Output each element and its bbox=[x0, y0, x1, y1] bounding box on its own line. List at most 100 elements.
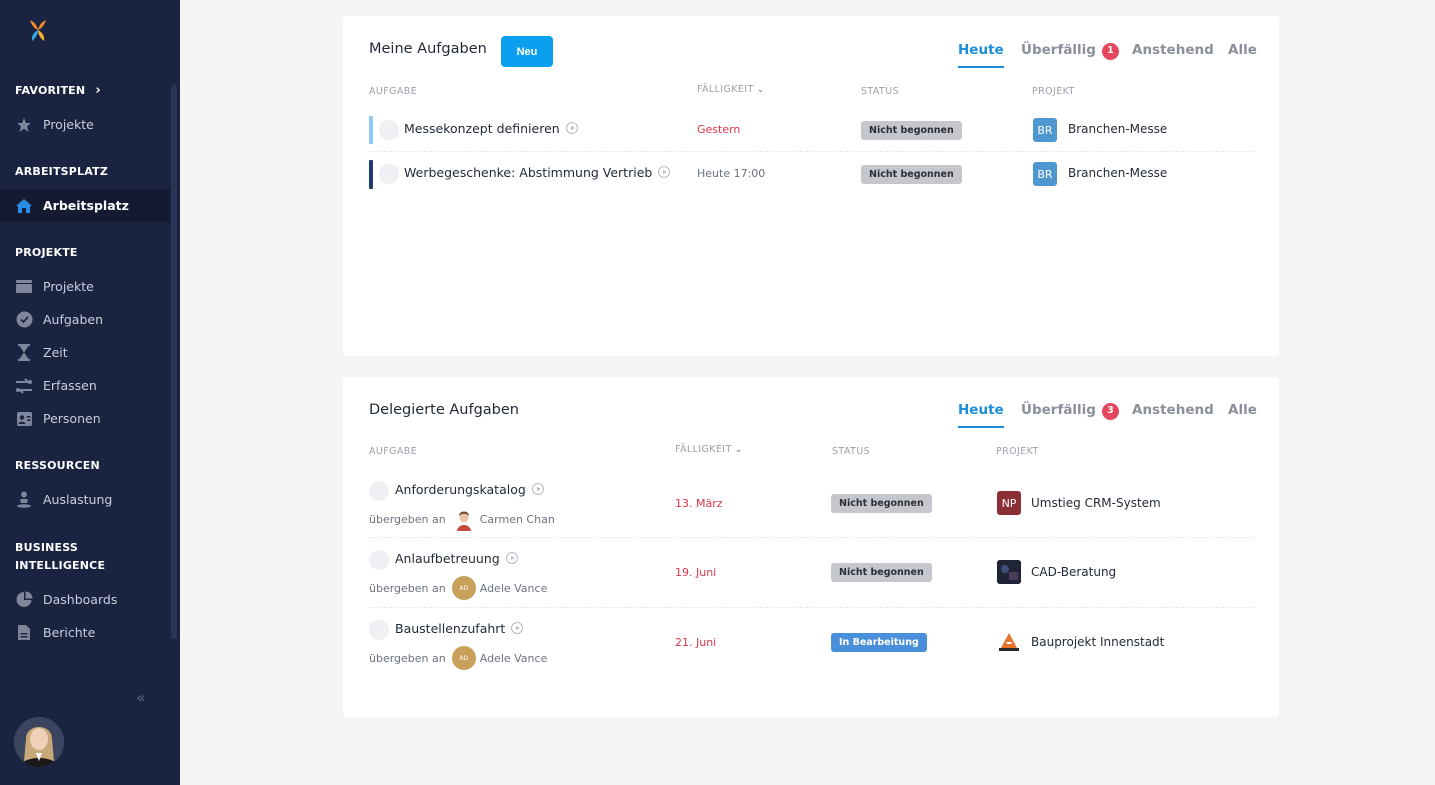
section-projekte: PROJEKTE bbox=[15, 246, 78, 259]
table-row[interactable]: Anlaufbetreuung übergeben an AD Adele Va… bbox=[369, 538, 1254, 608]
pie-chart-icon bbox=[15, 591, 33, 609]
tab-ueberfaellig-label: Überfällig bbox=[1021, 402, 1096, 418]
status-badge[interactable]: Nicht begonnen bbox=[861, 165, 962, 184]
construction-icon bbox=[997, 630, 1021, 654]
task-name[interactable]: Messekonzept definieren bbox=[404, 121, 578, 136]
sidebar-item-label: Personen bbox=[43, 411, 101, 426]
table-row[interactable]: Baustellenzufahrt übergeben an AD Adele … bbox=[369, 608, 1254, 678]
tab-ueberfaellig[interactable]: Überfällig 1 bbox=[1021, 40, 1119, 68]
delegated-to: übergeben an AD Adele Vance bbox=[369, 576, 547, 600]
sidebar-item-fav-projekte[interactable]: Projekte bbox=[0, 108, 170, 141]
column-header-faelligkeit-label: FÄLLIGKEIT bbox=[675, 444, 732, 455]
sidebar-item-label: Auslastung bbox=[43, 492, 113, 507]
table-row[interactable]: Messekonzept definieren Gestern Nicht be… bbox=[369, 108, 1254, 152]
delegated-tasks-title: Delegierte Aufgaben bbox=[369, 402, 519, 418]
complete-checkbox[interactable] bbox=[379, 120, 399, 140]
section-bi-line2: INTELLIGENCE bbox=[15, 559, 106, 572]
section-bi-line1: BUSINESS bbox=[15, 541, 79, 554]
sidebar-item-arbeitsplatz[interactable]: Arbeitsplatz bbox=[0, 189, 170, 222]
swap-arrows-icon bbox=[15, 377, 33, 395]
sidebar-item-aufgaben[interactable]: Aufgaben bbox=[0, 303, 170, 336]
tab-alle[interactable]: Alle bbox=[1228, 40, 1257, 68]
task-name[interactable]: Anforderungskatalog bbox=[395, 482, 544, 497]
play-icon[interactable] bbox=[511, 622, 524, 634]
home-icon bbox=[15, 197, 33, 215]
tab-heute[interactable]: Heute bbox=[958, 40, 1004, 68]
app-logo-icon[interactable] bbox=[26, 17, 50, 43]
chevron-down-icon: ⌄ bbox=[734, 445, 743, 455]
tab-anstehend[interactable]: Anstehend bbox=[1132, 40, 1214, 68]
sidebar-item-label: Erfassen bbox=[43, 378, 97, 393]
play-icon[interactable] bbox=[505, 552, 518, 564]
task-name[interactable]: Anlaufbetreuung bbox=[395, 551, 518, 566]
due-date: Gestern bbox=[697, 123, 741, 136]
status-badge[interactable]: Nicht begonnen bbox=[831, 563, 932, 582]
tab-anstehend[interactable]: Anstehend bbox=[1132, 400, 1214, 428]
due-date: 19. Juni bbox=[675, 566, 717, 579]
project-icon: NP bbox=[997, 491, 1021, 515]
section-favoriten[interactable]: FAVORITEN › bbox=[15, 82, 101, 100]
due-date: 13. März bbox=[675, 497, 723, 510]
collapse-sidebar-icon[interactable]: « bbox=[136, 688, 146, 707]
complete-checkbox[interactable] bbox=[369, 481, 389, 501]
column-header-faelligkeit[interactable]: FÄLLIGKEIT ⌄ bbox=[675, 444, 743, 455]
section-ressourcen: RESSOURCEN bbox=[15, 459, 100, 472]
delegated-tasks-card: Delegierte Aufgaben Heute Überfällig 3 An… bbox=[343, 377, 1279, 717]
sidebar-item-zeit[interactable]: Zeit bbox=[0, 336, 170, 369]
project-name[interactable]: CAD-Beratung bbox=[1031, 565, 1116, 579]
delegated-prefix: übergeben an bbox=[369, 512, 446, 526]
sidebar-item-erfassen[interactable]: Erfassen bbox=[0, 369, 170, 402]
project-image-icon bbox=[997, 560, 1021, 584]
play-icon[interactable] bbox=[658, 166, 671, 178]
priority-bar bbox=[369, 160, 373, 189]
sidebar-item-label: Projekte bbox=[43, 279, 94, 294]
report-icon bbox=[15, 624, 33, 642]
task-name[interactable]: Werbegeschenke: Abstimmung Vertrieb bbox=[404, 165, 671, 180]
sidebar-item-label: Arbeitsplatz bbox=[43, 198, 129, 213]
due-date: 21. Juni bbox=[675, 636, 717, 649]
due-date: Heute 17:00 bbox=[697, 167, 766, 180]
status-badge[interactable]: Nicht begonnen bbox=[861, 121, 962, 140]
task-name-text: Anforderungskatalog bbox=[395, 482, 526, 497]
assignee-name[interactable]: Adele Vance bbox=[480, 582, 548, 595]
table-row[interactable]: Anforderungskatalog übergeben an Carmen … bbox=[369, 469, 1254, 538]
section-business-intelligence: BUSINESS INTELLIGENCE bbox=[15, 539, 105, 575]
column-header-faelligkeit[interactable]: FÄLLIGKEIT ⌄ bbox=[697, 84, 765, 95]
delegated-to: übergeben an Carmen Chan bbox=[369, 507, 555, 531]
table-row[interactable]: Werbegeschenke: Abstimmung Vertrieb Heut… bbox=[369, 152, 1254, 196]
status-badge[interactable]: Nicht begonnen bbox=[831, 494, 932, 513]
project-name[interactable]: Branchen-Messe bbox=[1068, 122, 1167, 136]
tab-alle[interactable]: Alle bbox=[1228, 400, 1257, 428]
tab-ueberfaellig[interactable]: Überfällig 3 bbox=[1021, 400, 1119, 428]
task-name[interactable]: Baustellenzufahrt bbox=[395, 621, 524, 636]
assignee-name[interactable]: Carmen Chan bbox=[480, 513, 555, 526]
chevron-down-icon: ⌄ bbox=[756, 85, 765, 95]
task-name-text: Anlaufbetreuung bbox=[395, 551, 500, 566]
priority-bar bbox=[369, 116, 373, 144]
column-header-projekt: PROJEKT bbox=[996, 446, 1039, 457]
project-name[interactable]: Umstieg CRM-System bbox=[1031, 496, 1161, 510]
tab-heute[interactable]: Heute bbox=[958, 400, 1004, 428]
project-name[interactable]: Bauprojekt Innenstadt bbox=[1031, 635, 1164, 649]
person-load-icon bbox=[15, 491, 33, 509]
new-task-button[interactable]: Neu bbox=[501, 36, 553, 67]
complete-checkbox[interactable] bbox=[379, 164, 399, 184]
sidebar-item-auslastung[interactable]: Auslastung bbox=[0, 483, 170, 516]
complete-checkbox[interactable] bbox=[369, 550, 389, 570]
complete-checkbox[interactable] bbox=[369, 620, 389, 640]
delegated-prefix: übergeben an bbox=[369, 581, 446, 595]
assignee-name[interactable]: Adele Vance bbox=[480, 652, 548, 665]
sidebar-item-dashboards[interactable]: Dashboards bbox=[0, 583, 170, 616]
play-icon[interactable] bbox=[531, 483, 544, 495]
play-icon[interactable] bbox=[565, 122, 578, 134]
sidebar-item-projekte[interactable]: Projekte bbox=[0, 270, 170, 303]
sidebar-item-label: Dashboards bbox=[43, 592, 118, 607]
sidebar: FAVORITEN › Projekte ARBEITSPLATZ Arbeit… bbox=[0, 0, 180, 785]
project-name[interactable]: Branchen-Messe bbox=[1068, 166, 1167, 180]
status-badge[interactable]: In Bearbeitung bbox=[831, 633, 927, 652]
my-tasks-title: Meine Aufgaben bbox=[369, 41, 487, 57]
sidebar-item-berichte[interactable]: Berichte bbox=[0, 616, 170, 649]
sidebar-scrollbar[interactable] bbox=[171, 84, 177, 639]
user-avatar[interactable] bbox=[14, 717, 64, 767]
sidebar-item-personen[interactable]: Personen bbox=[0, 402, 170, 435]
